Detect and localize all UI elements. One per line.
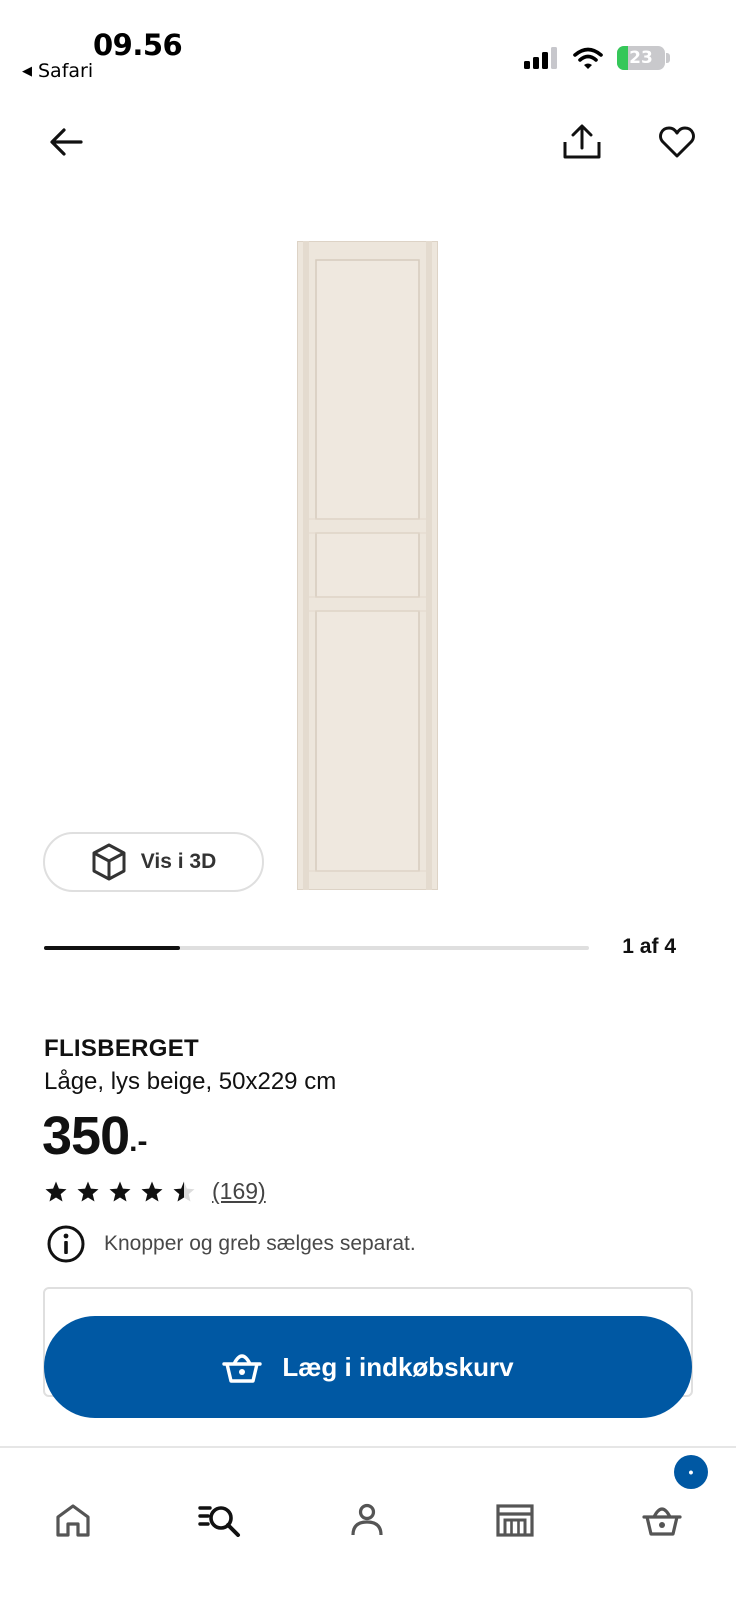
share-button[interactable] xyxy=(556,116,608,168)
heart-icon xyxy=(659,126,695,158)
arrow-left-icon xyxy=(50,128,83,156)
store-icon xyxy=(496,1504,534,1537)
gallery-page-indicator: 1 af 4 xyxy=(622,935,676,958)
gallery-progress[interactable] xyxy=(44,946,589,950)
star-full-icon xyxy=(77,1181,99,1201)
favorite-button[interactable] xyxy=(651,116,703,168)
star-full-icon xyxy=(109,1181,131,1201)
cart-badge-dot: • xyxy=(688,1464,694,1480)
signal-icon xyxy=(524,47,557,69)
back-triangle-icon: ◀ xyxy=(22,63,32,79)
nav-home[interactable] xyxy=(43,1490,103,1550)
wifi-icon xyxy=(573,47,603,69)
person-icon xyxy=(351,1503,383,1536)
basket-icon xyxy=(642,1507,682,1536)
nav-profile[interactable] xyxy=(337,1490,397,1550)
product-rating[interactable]: (169) xyxy=(44,1178,266,1205)
cube-icon xyxy=(92,843,126,881)
separate-handles-notice: Knopper og greb sælges separat. xyxy=(46,1224,416,1264)
back-to-safari[interactable]: ◀ Safari xyxy=(22,60,93,82)
home-icon xyxy=(56,1504,90,1537)
price-suffix: .- xyxy=(129,1125,148,1158)
battery-charging-icon: 23 xyxy=(617,46,665,70)
notice-text: Knopper og greb sælges separat. xyxy=(104,1232,416,1255)
add-to-cart-button[interactable]: Læg i indkøbskurv xyxy=(44,1316,692,1418)
cart-badge: • xyxy=(674,1455,708,1489)
add-to-cart-label: Læg i indkøbskurv xyxy=(282,1351,514,1382)
info-icon xyxy=(47,1225,85,1263)
back-button[interactable] xyxy=(40,116,92,168)
view-3d-label: Vis i 3D xyxy=(140,850,217,873)
nav-cart[interactable] xyxy=(632,1490,692,1550)
star-full-icon xyxy=(45,1181,67,1201)
back-app-label: Safari xyxy=(38,60,94,82)
product-description: Låge, lys beige, 50x229 cm xyxy=(44,1068,337,1095)
status-time: 09.56 xyxy=(93,28,183,62)
basket-icon xyxy=(222,1354,263,1383)
nav-store[interactable] xyxy=(485,1490,545,1550)
rating-stars xyxy=(44,1180,196,1204)
share-icon xyxy=(563,124,601,159)
review-count-link[interactable]: (169) xyxy=(212,1178,266,1205)
product-image[interactable] xyxy=(297,241,438,890)
gallery-progress-fill xyxy=(44,946,181,950)
star-full-icon xyxy=(141,1181,163,1201)
search-list-icon xyxy=(198,1506,240,1537)
bottom-nav xyxy=(0,1446,736,1600)
nav-search[interactable] xyxy=(190,1490,250,1550)
view-3d-button[interactable]: Vis i 3D xyxy=(43,832,264,892)
price-value: 350 xyxy=(42,1106,130,1166)
product-price: 350 .- xyxy=(42,1105,147,1167)
star-half-icon xyxy=(173,1181,195,1201)
product-name: FLISBERGET xyxy=(44,1035,200,1062)
battery-label: 23 xyxy=(629,48,653,68)
status-icons: 23 xyxy=(523,46,670,70)
